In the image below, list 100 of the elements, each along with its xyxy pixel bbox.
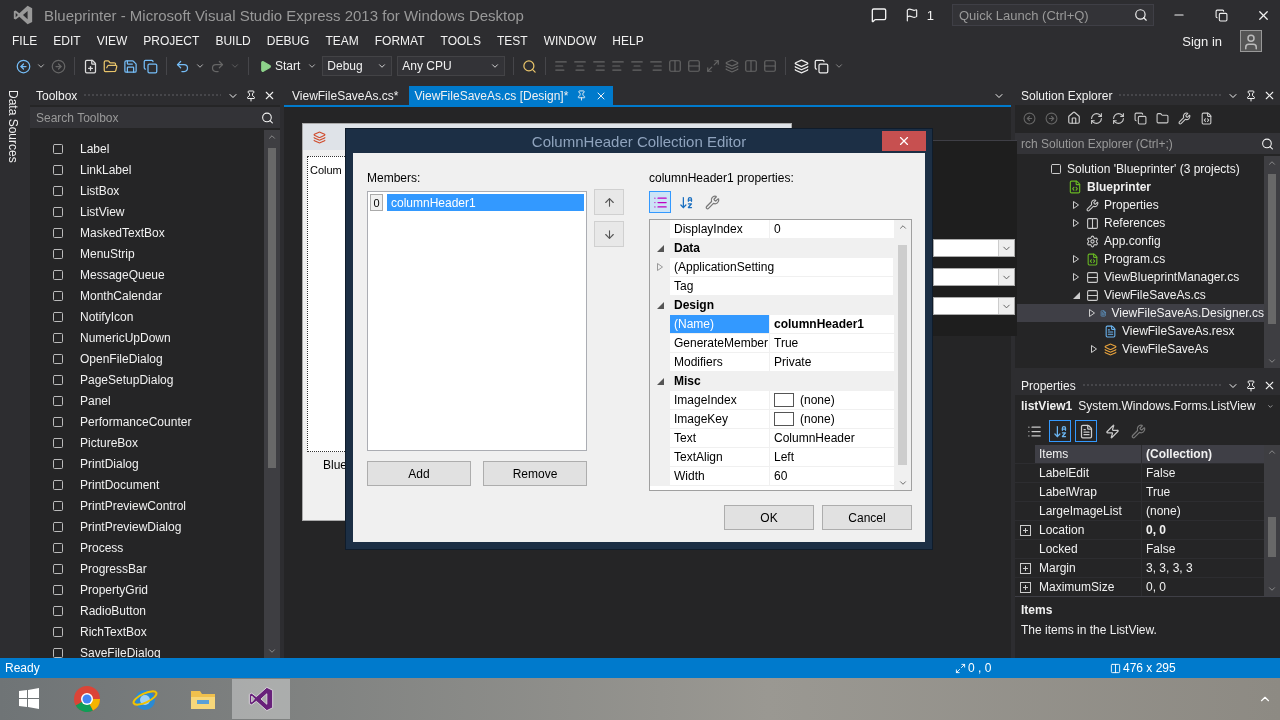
scrollbar[interactable] [1264, 445, 1280, 596]
pin-icon[interactable] [1245, 89, 1257, 102]
property-row[interactable]: TextAlign Left [650, 448, 894, 467]
menu-item[interactable]: PROJECT [135, 31, 208, 51]
expand-icon[interactable] [1091, 345, 1097, 353]
scroll-up-icon[interactable] [1267, 158, 1277, 168]
view-toggle[interactable] [649, 191, 671, 213]
menu-item[interactable]: TEST [489, 31, 536, 51]
bring-front-icon[interactable] [794, 58, 810, 74]
search-icon[interactable] [1261, 137, 1274, 150]
document-tab[interactable]: ViewFileSaveAs.cs* [286, 86, 405, 105]
tree-item[interactable]: App.config [1015, 232, 1264, 250]
property-row[interactable]: LabelWrap True [1015, 483, 1264, 502]
property-row[interactable]: LargeImageList (none) [1015, 502, 1264, 521]
collapse-icon[interactable] [656, 301, 664, 309]
object-selector[interactable]: listView1 System.Windows.Forms.ListView [1015, 395, 1280, 417]
tree-item[interactable]: Blueprinter [1015, 178, 1264, 196]
folder-icon[interactable] [103, 58, 118, 74]
toolbox-item[interactable]: PictureBox [30, 432, 264, 453]
scrollbar[interactable] [264, 130, 280, 658]
members-list[interactable]: 0 columnHeader1 [367, 191, 587, 451]
toolbox-item[interactable]: PrintDocument [30, 474, 264, 495]
menu-item[interactable]: TOOLS [432, 31, 489, 51]
menu-item[interactable]: FILE [4, 31, 46, 51]
toolbox-item[interactable]: PrintPreviewDialog [30, 516, 264, 537]
collapse-icon[interactable] [656, 377, 664, 385]
pin-icon[interactable] [1245, 379, 1257, 392]
property-row[interactable]: Location 0, 0 [1015, 521, 1264, 540]
wrench-icon[interactable] [1178, 111, 1191, 125]
expand-icon[interactable] [1073, 255, 1079, 263]
move-down-button[interactable] [594, 221, 624, 247]
menu-item[interactable]: DEBUG [258, 31, 318, 51]
property-row[interactable]: Text ColumnHeader [650, 429, 894, 448]
toolbox-item[interactable]: Label [30, 138, 264, 159]
menu-item[interactable]: TEAM [317, 31, 367, 51]
toolbox-item[interactable]: PropertyGrid [30, 579, 264, 600]
add-button[interactable]: Add [367, 461, 471, 486]
property-row[interactable]: LabelEdit False [1015, 464, 1264, 483]
property-row[interactable]: ImageIndex (none) [650, 391, 894, 410]
toolbox-item[interactable]: ProgressBar [30, 558, 264, 579]
view-toggle[interactable] [1075, 420, 1097, 442]
toolbox-item[interactable]: PrintPreviewControl [30, 495, 264, 516]
tree-item[interactable]: References [1015, 214, 1264, 232]
avatar[interactable] [1240, 30, 1262, 52]
scroll-thumb[interactable] [1268, 517, 1276, 557]
toolbox-item[interactable]: LinkLabel [30, 159, 264, 180]
menu-item[interactable]: FORMAT [366, 31, 433, 51]
document-tab[interactable]: ViewFileSaveAs.cs [Design]* [408, 86, 614, 105]
tree-item[interactable]: ViewFileSaveAs.resx [1015, 322, 1264, 340]
toolbox-item[interactable]: NotifyIcon [30, 306, 264, 327]
feedback-icon[interactable] [870, 7, 887, 23]
property-row[interactable]: Margin 3, 3, 3, 3 [1015, 559, 1264, 578]
toolbox-item[interactable]: Panel [30, 390, 264, 411]
search-icon[interactable] [1134, 8, 1148, 22]
scroll-down-icon[interactable] [1267, 356, 1277, 366]
expand-icon[interactable] [1089, 309, 1095, 317]
property-row[interactable]: DisplayIndex 0 [650, 220, 894, 239]
toolbox-item[interactable]: Process [30, 537, 264, 558]
menu-item[interactable]: EDIT [45, 31, 89, 51]
tree-item[interactable]: Program.cs [1015, 250, 1264, 268]
scrollbar[interactable] [894, 220, 911, 490]
tree-item[interactable]: ViewFileSaveAs [1015, 340, 1264, 358]
menu-item[interactable]: BUILD [207, 31, 259, 51]
toolbox-item[interactable]: RichTextBox [30, 621, 264, 642]
configuration-dropdown[interactable]: Debug [322, 56, 393, 76]
close-icon[interactable] [1263, 379, 1276, 392]
collapse-icon[interactable] [1072, 291, 1080, 299]
caret-icon[interactable] [36, 61, 46, 71]
notification-icon[interactable] [904, 8, 919, 22]
caret-icon[interactable] [834, 61, 845, 71]
find-icon[interactable] [522, 58, 538, 74]
property-row[interactable]: ImageKey (none) [650, 410, 894, 429]
scroll-up-icon[interactable] [1267, 447, 1277, 457]
tree-item[interactable]: ViewFileSaveAs.cs [1015, 286, 1264, 304]
expand-icon[interactable] [1073, 219, 1079, 227]
expand-icon[interactable] [1073, 273, 1079, 281]
menu-item[interactable]: WINDOW [535, 31, 605, 51]
forward-icon[interactable] [1045, 111, 1058, 125]
property-row[interactable]: GenerateMember True [650, 334, 894, 353]
back-icon[interactable] [16, 58, 31, 74]
scroll-down-icon[interactable] [897, 478, 908, 488]
property-row[interactable]: Modifiers Private [650, 353, 894, 372]
scroll-up-icon[interactable] [897, 222, 908, 232]
scroll-thumb[interactable] [1268, 174, 1276, 324]
save-all-icon[interactable] [143, 58, 158, 74]
toolbox-item[interactable]: PerformanceCounter [30, 411, 264, 432]
menu-item[interactable]: HELP [604, 31, 652, 51]
send-back-icon[interactable] [814, 58, 830, 74]
property-row[interactable]: Items (Collection) [1015, 445, 1264, 464]
home-icon[interactable] [1067, 111, 1081, 125]
toolbox-item[interactable]: MenuStrip [30, 243, 264, 264]
forward-icon[interactable] [51, 58, 66, 74]
sync-icon[interactable] [1090, 111, 1103, 125]
ok-button[interactable]: OK [724, 505, 814, 530]
toolbox-item[interactable]: MonthCalendar [30, 285, 264, 306]
scroll-up-icon[interactable] [267, 132, 277, 142]
tree-item[interactable]: ViewBlueprintManager.cs [1015, 268, 1264, 286]
redo-icon[interactable] [210, 58, 225, 74]
toolbox-item[interactable]: RadioButton [30, 600, 264, 621]
property-row[interactable]: (Name) columnHeader1 [650, 315, 894, 334]
